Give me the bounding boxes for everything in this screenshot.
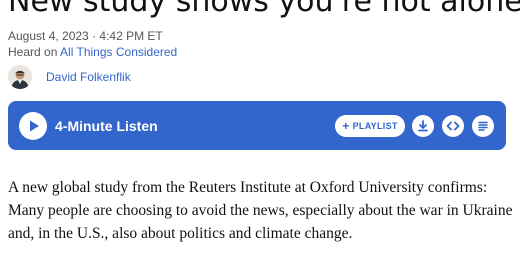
story-headline: New study shows you're not alone (8, 0, 520, 19)
author-link[interactable]: David Folkenflik (46, 70, 131, 84)
heard-on-prefix: Heard on (8, 45, 61, 59)
embed-icon (446, 121, 460, 131)
story-paragraph: A new global study from the Reuters Inst… (8, 179, 513, 242)
playlist-label: PLAYLIST (352, 121, 398, 131)
embed-button[interactable] (442, 115, 464, 137)
author-photo (8, 65, 32, 89)
download-icon (418, 120, 428, 132)
transcript-icon (478, 121, 488, 131)
play-button[interactable] (19, 112, 47, 140)
plus-icon: + (342, 119, 350, 133)
play-icon (30, 120, 39, 132)
byline: David Folkenflik (8, 64, 131, 90)
add-to-playlist-button[interactable]: + PLAYLIST (335, 115, 405, 137)
audio-player: 4-Minute Listen + PLAYLIST (8, 101, 506, 150)
story-dateline: August 4, 2023 · 4:42 PM ET (8, 29, 163, 43)
listen-duration-label: 4-Minute Listen (55, 118, 158, 134)
program-link[interactable]: All Things Considered (60, 45, 177, 59)
download-button[interactable] (412, 115, 434, 137)
heard-on-line: Heard on All Things Considered (8, 44, 177, 60)
transcript-button[interactable] (472, 115, 494, 137)
author-avatar[interactable] (8, 65, 32, 89)
